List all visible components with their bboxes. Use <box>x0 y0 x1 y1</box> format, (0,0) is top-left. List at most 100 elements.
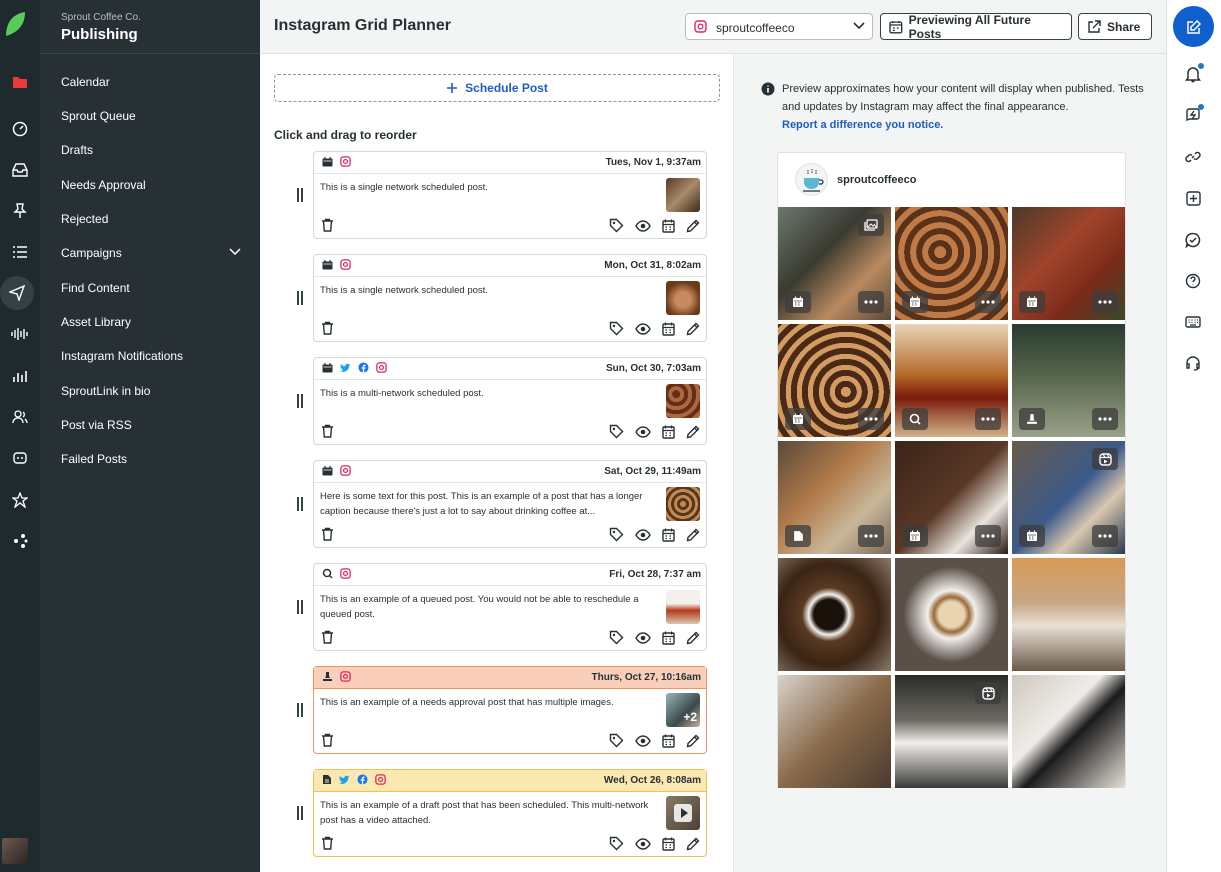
menu-item-find-content[interactable]: Find Content <box>61 279 241 297</box>
menu-item-rss[interactable]: Post via RSS <box>61 416 241 434</box>
post-thumbnail[interactable] <box>666 590 700 624</box>
delete-post-button[interactable] <box>321 836 334 850</box>
drag-handle[interactable] <box>297 703 303 717</box>
drag-handle[interactable] <box>297 188 303 202</box>
eye-icon[interactable] <box>635 219 651 232</box>
drag-handle[interactable] <box>297 394 303 408</box>
schedule-post-button[interactable]: Schedule Post <box>274 74 720 102</box>
tag-icon[interactable] <box>609 424 624 439</box>
menu-item-drafts[interactable]: Drafts <box>61 141 241 159</box>
menu-item-sprout-queue[interactable]: Sprout Queue <box>61 107 241 125</box>
tag-icon[interactable] <box>609 321 624 336</box>
tag-icon[interactable] <box>609 733 624 748</box>
post-card[interactable]: Tues, Nov 1, 9:37am This is a single net… <box>313 151 707 239</box>
delete-post-button[interactable] <box>321 321 334 335</box>
drag-handle[interactable] <box>297 497 303 511</box>
menu-item-needs-approval[interactable]: Needs Approval <box>61 176 241 194</box>
compose-button[interactable] <box>1173 6 1214 47</box>
approve-button[interactable] <box>1181 228 1205 252</box>
delete-post-button[interactable] <box>321 218 334 232</box>
eye-icon[interactable] <box>635 425 651 438</box>
edit-pencil-icon[interactable] <box>686 837 700 851</box>
eye-icon[interactable] <box>635 528 651 541</box>
trash-icon[interactable] <box>321 527 334 541</box>
grid-tile[interactable] <box>895 558 1008 671</box>
grid-tile[interactable] <box>778 558 891 671</box>
profile-select[interactable]: sproutcoffeeco <box>685 13 873 40</box>
tag-icon[interactable] <box>609 218 624 233</box>
menu-item-sproutlink[interactable]: SproutLink in bio <box>61 382 241 400</box>
post-card[interactable]: Sun, Oct 30, 7:03am This is a multi-netw… <box>313 357 707 445</box>
edit-pencil-icon[interactable] <box>686 425 700 439</box>
post-card[interactable]: Mon, Oct 31, 8:02am This is a single net… <box>313 254 707 342</box>
grid-tile[interactable] <box>1012 558 1125 671</box>
post-thumbnail[interactable] <box>666 384 700 418</box>
drag-handle[interactable] <box>297 806 303 820</box>
post-thumbnail[interactable] <box>666 281 700 315</box>
menu-item-instagram-notifications[interactable]: Instagram Notifications <box>61 347 241 365</box>
tile-more-button[interactable] <box>975 525 1001 547</box>
grid-tile[interactable] <box>1012 207 1125 320</box>
tile-more-button[interactable] <box>1092 408 1118 430</box>
edit-pencil-icon[interactable] <box>686 528 700 542</box>
post-card[interactable]: Sat, Oct 29, 11:49am Here is some text f… <box>313 460 707 548</box>
grid-tile[interactable] <box>895 675 1008 788</box>
reschedule-calendar-icon[interactable] <box>662 528 675 542</box>
drag-handle[interactable] <box>297 600 303 614</box>
support-button[interactable] <box>1181 351 1205 375</box>
user-avatar[interactable] <box>2 838 28 864</box>
grid-tile[interactable] <box>1012 324 1125 437</box>
menu-item-campaigns[interactable]: Campaigns <box>61 244 241 262</box>
post-card[interactable]: Thurs, Oct 27, 10:16am This is an exampl… <box>313 666 707 754</box>
eye-icon[interactable] <box>635 631 651 644</box>
edit-pencil-icon[interactable] <box>686 322 700 336</box>
reschedule-calendar-icon[interactable] <box>662 219 675 233</box>
reschedule-calendar-icon[interactable] <box>662 322 675 336</box>
grid-tile[interactable] <box>778 207 891 320</box>
trash-icon[interactable] <box>321 733 334 747</box>
report-difference-link[interactable]: Report a difference you notice. <box>782 119 943 131</box>
trash-icon[interactable] <box>321 321 334 335</box>
reschedule-calendar-icon[interactable] <box>662 734 675 748</box>
eye-icon[interactable] <box>635 734 651 747</box>
rail-folder-icon[interactable] <box>4 66 36 98</box>
post-thumbnail[interactable] <box>666 487 700 521</box>
post-thumbnail[interactable]: +2 <box>666 693 700 727</box>
keyboard-button[interactable] <box>1181 310 1205 334</box>
grid-tile[interactable] <box>1012 441 1125 554</box>
tile-more-button[interactable] <box>975 408 1001 430</box>
help-button[interactable] <box>1181 269 1205 293</box>
tile-more-button[interactable] <box>858 525 884 547</box>
eye-icon[interactable] <box>635 322 651 335</box>
tag-icon[interactable] <box>609 630 624 645</box>
grid-tile[interactable] <box>895 324 1008 437</box>
eye-icon[interactable] <box>635 837 651 850</box>
rail-integrations-icon[interactable] <box>4 525 36 557</box>
reschedule-calendar-icon[interactable] <box>662 631 675 645</box>
rail-reports-icon[interactable] <box>4 360 36 392</box>
tag-icon[interactable] <box>609 836 624 851</box>
edit-pencil-icon[interactable] <box>686 631 700 645</box>
delete-post-button[interactable] <box>321 424 334 438</box>
menu-item-failed-posts[interactable]: Failed Posts <box>61 450 241 468</box>
reschedule-calendar-icon[interactable] <box>662 837 675 851</box>
trash-icon[interactable] <box>321 424 334 438</box>
rail-star-icon[interactable] <box>4 484 36 516</box>
tile-more-button[interactable] <box>858 291 884 313</box>
rail-people-icon[interactable] <box>4 401 36 433</box>
delete-post-button[interactable] <box>321 630 334 644</box>
delete-post-button[interactable] <box>321 527 334 541</box>
post-thumbnail[interactable] <box>666 178 700 212</box>
tile-more-button[interactable] <box>1092 525 1118 547</box>
menu-item-asset-library[interactable]: Asset Library <box>61 313 241 331</box>
rail-bot-icon[interactable] <box>4 442 36 474</box>
reschedule-calendar-icon[interactable] <box>662 425 675 439</box>
post-card[interactable]: Fri, Oct 28, 7:37 am This is an example … <box>313 563 707 651</box>
rail-dashboard-icon[interactable] <box>4 113 36 145</box>
link-button[interactable] <box>1181 145 1205 169</box>
edit-pencil-icon[interactable] <box>686 219 700 233</box>
menu-item-calendar[interactable]: Calendar <box>61 73 241 91</box>
previewing-future-posts-button[interactable]: Previewing All Future Posts <box>880 13 1072 41</box>
trash-icon[interactable] <box>321 218 334 232</box>
grid-tile[interactable] <box>895 207 1008 320</box>
